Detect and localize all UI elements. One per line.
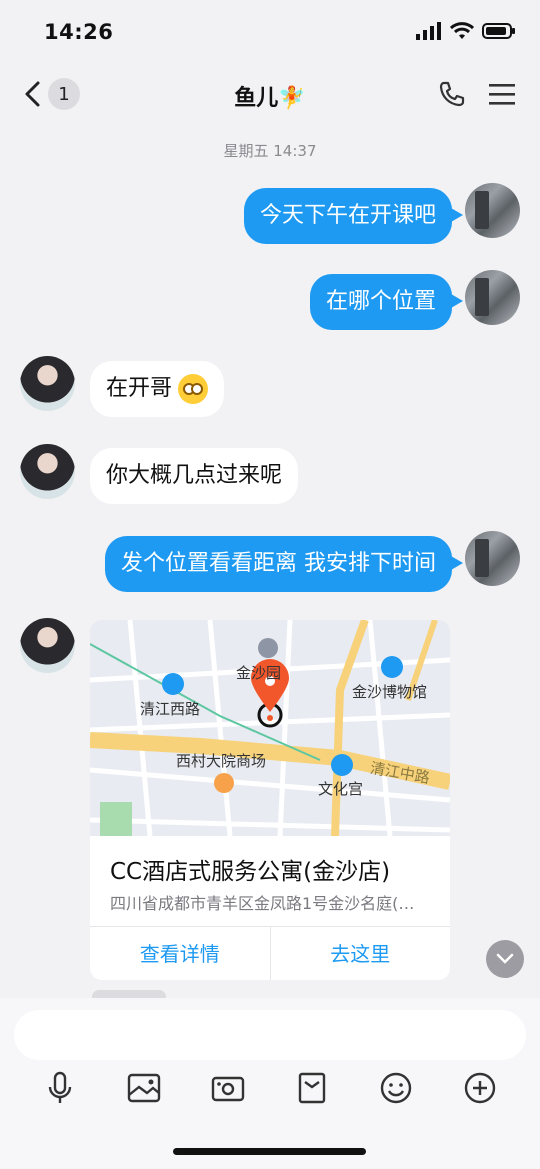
map-label: 金沙博物馆	[352, 683, 428, 701]
my-avatar[interactable]	[465, 531, 520, 586]
view-details-button[interactable]: 查看详情	[90, 927, 270, 980]
message-bubble-incoming[interactable]: 你大概几点过来呢	[90, 448, 299, 504]
more-button[interactable]	[462, 1070, 498, 1106]
dazed-face-emoji-icon	[178, 374, 209, 404]
bubble-tail	[451, 556, 463, 570]
my-avatar[interactable]	[465, 270, 520, 325]
bubble-tail	[451, 208, 463, 222]
message-timestamp: 星期五 14:37	[223, 142, 317, 160]
plus-icon	[464, 1072, 496, 1104]
message-bubble-outgoing[interactable]: 在哪个位置	[309, 274, 452, 330]
sticker-pack-icon	[298, 1072, 326, 1104]
status-bar: 14:26	[0, 0, 540, 68]
bubble-tail	[451, 294, 463, 308]
image-icon	[127, 1073, 161, 1103]
chevron-down-icon	[496, 953, 514, 964]
location-card[interactable]: 清江西路 金沙博物馆 金沙园 西村大院商场 文化宫 清江中路 CC酒店式服务公寓…	[90, 620, 450, 980]
voice-button[interactable]	[42, 1070, 78, 1106]
message-bubble-outgoing[interactable]: 发个位置看看距离 我安排下时间	[105, 536, 452, 592]
emoji-icon	[380, 1072, 412, 1104]
sticker-pack-button[interactable]	[294, 1070, 330, 1106]
map-label: 金沙园	[236, 664, 282, 682]
navigate-here-button[interactable]: 去这里	[269, 927, 451, 980]
camera-icon	[211, 1076, 245, 1102]
message-text: 在开哥	[106, 376, 173, 401]
my-avatar[interactable]	[465, 183, 520, 238]
phone-icon[interactable]	[438, 80, 466, 108]
location-address: 四川省成都市青羊区金凤路1号金沙名庭(…	[110, 894, 415, 913]
message-bubble-incoming[interactable]: 在开哥	[90, 361, 225, 417]
message-composer	[0, 998, 540, 1169]
status-icons	[416, 22, 516, 40]
wifi-icon	[450, 22, 474, 39]
menu-icon[interactable]	[488, 82, 516, 106]
message-input[interactable]	[14, 1010, 526, 1060]
image-button[interactable]	[126, 1070, 162, 1106]
composer-toolbar	[0, 1070, 540, 1106]
contact-avatar[interactable]	[20, 618, 75, 673]
contact-avatar[interactable]	[20, 444, 75, 499]
location-map[interactable]: 清江西路 金沙博物馆 金沙园 西村大院商场 文化宫 清江中路	[90, 620, 450, 836]
scroll-to-bottom-button[interactable]	[486, 940, 524, 978]
map-label: 文化宫	[318, 780, 364, 798]
signal-icon	[416, 22, 441, 40]
emoji-button[interactable]	[378, 1070, 414, 1106]
microphone-icon	[48, 1071, 72, 1103]
camera-button[interactable]	[210, 1070, 246, 1106]
location-name: CC酒店式服务公寓(金沙店)	[110, 859, 391, 885]
status-time: 14:26	[44, 20, 114, 44]
message-bubble-outgoing[interactable]: 今天下午在开课吧	[243, 188, 452, 244]
home-indicator	[173, 1148, 366, 1155]
map-label: 清江西路	[140, 700, 201, 718]
map-label: 西村大院商场	[176, 752, 267, 770]
contact-avatar[interactable]	[20, 356, 75, 411]
chat-header: 1 鱼儿🧚	[0, 68, 540, 126]
battery-icon	[482, 23, 515, 39]
